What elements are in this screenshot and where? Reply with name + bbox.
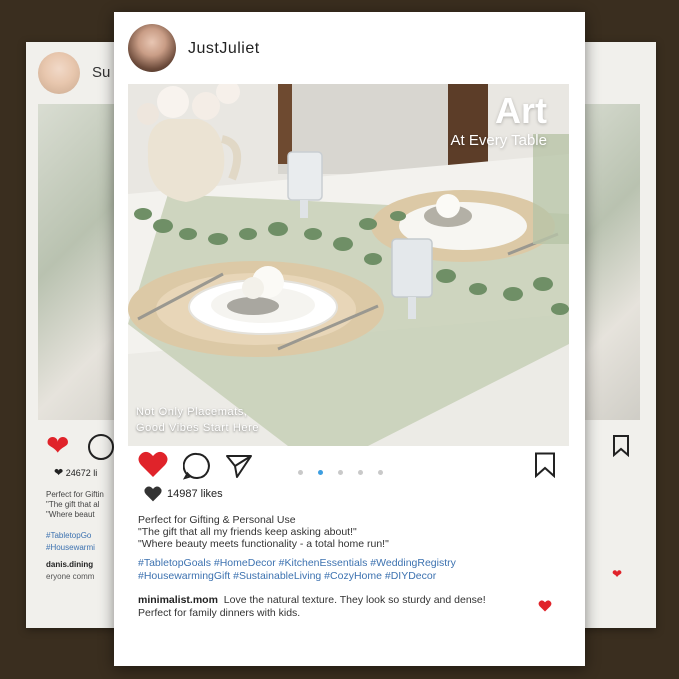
post-hashtags[interactable]: #TabletopGoals #HomeDecor #KitchenEssent… bbox=[138, 557, 558, 582]
heart-icon[interactable] bbox=[538, 600, 552, 612]
username: Su bbox=[92, 64, 111, 81]
heart-icon bbox=[144, 486, 162, 502]
heart-icon: ❤ bbox=[46, 430, 70, 461]
bookmark-icon bbox=[613, 435, 629, 457]
hashtag-line[interactable]: #TabletopGoals #HomeDecor #KitchenEssent… bbox=[138, 557, 558, 570]
carousel-dot[interactable] bbox=[378, 470, 383, 475]
caption-line: Perfect for Gifting & Personal Use bbox=[138, 514, 296, 526]
carousel-dot-active[interactable] bbox=[318, 470, 323, 475]
heart-icon[interactable] bbox=[138, 451, 168, 478]
post-caption: Perfect for Gifting & Personal Use "The … bbox=[138, 514, 558, 550]
caption-line: "Where beauty meets functionality - a to… bbox=[138, 538, 389, 550]
comment-icon bbox=[88, 434, 114, 460]
image-caption: Not Only Placemats, Good Vibes Start Her… bbox=[136, 406, 260, 434]
hashtag-line[interactable]: #HousewarmingGift #SustainableLiving #Co… bbox=[138, 570, 558, 583]
username[interactable]: JustJuliet bbox=[188, 40, 260, 58]
heart-icon: ❤ bbox=[612, 567, 623, 581]
avatar bbox=[38, 52, 80, 94]
comment-text: eryone comm bbox=[46, 572, 95, 581]
comment-icon[interactable] bbox=[183, 452, 211, 480]
post-card: JustJuliet Art At Every Table Not Only P… bbox=[114, 12, 585, 666]
carousel-dot[interactable] bbox=[338, 470, 343, 475]
avatar[interactable] bbox=[128, 24, 176, 72]
caption-line: "The gift that all my friends keep askin… bbox=[138, 526, 357, 538]
comment: minimalist.mom Love the natural texture.… bbox=[138, 594, 518, 619]
carousel-indicator[interactable] bbox=[298, 462, 398, 480]
action-bar bbox=[138, 451, 558, 482]
bookmark-icon[interactable] bbox=[534, 452, 556, 478]
post-image[interactable]: Art At Every Table Not Only Placemats, G… bbox=[128, 84, 569, 446]
share-icon[interactable] bbox=[225, 453, 253, 479]
image-title: Art bbox=[495, 90, 547, 131]
carousel-dot[interactable] bbox=[358, 470, 363, 475]
carousel-dot[interactable] bbox=[298, 470, 303, 475]
image-subtitle: At Every Table bbox=[450, 132, 547, 149]
comment-user: danis.dining bbox=[46, 560, 94, 569]
likes-label: 14987 likes bbox=[167, 488, 223, 500]
like-count: ❤ 24672 li bbox=[54, 467, 98, 479]
comment-user[interactable]: minimalist.mom bbox=[138, 594, 218, 606]
